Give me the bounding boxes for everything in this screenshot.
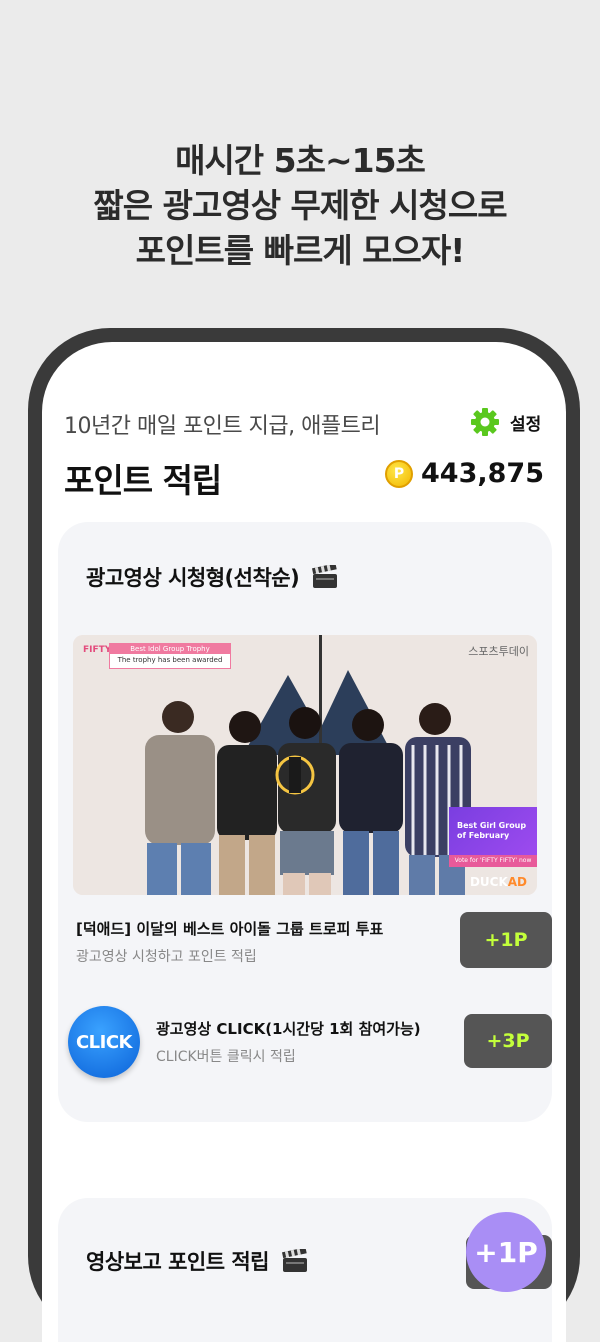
page-title: 포인트 적립 <box>64 461 222 500</box>
thumbnail-watermark: 스포츠투데이 <box>468 645 529 658</box>
settings-button[interactable]: 설정 <box>470 406 541 438</box>
points-value: 443,875 <box>421 458 544 489</box>
trophy-badge-bottom: The trophy has been awarded <box>117 656 223 664</box>
click-item-title: 광고영상 CLICK(1시간당 1회 참여가능) <box>156 1020 421 1038</box>
click-icon: CLICK <box>68 1006 140 1078</box>
ad-section-title: 광고영상 시청형(선착순) <box>86 562 338 592</box>
ad-section-card: 광고영상 시청형(선착순) FIFTY Best Idol Group Trop… <box>58 522 552 1122</box>
click-reward-button[interactable]: +3P <box>464 1014 552 1068</box>
promo-headline: 매시간 5초~15초 짧은 광고영상 무제한 시청으로 포인트를 빠르게 모으자… <box>0 138 600 273</box>
ad-box-text: Best Girl Group of February <box>457 821 527 840</box>
gear-icon <box>471 408 499 436</box>
tagline: 10년간 매일 포인트 지급, 애플트리 <box>64 414 381 439</box>
video-section-title-text: 영상보고 포인트 적립 <box>86 1250 270 1274</box>
clapperboard-icon <box>281 1249 307 1272</box>
duckad-logo-duck: DUCK <box>469 875 508 889</box>
ad-item-row[interactable]: [덕애드] 이달의 베스트 아이돌 그룹 트로피 투표 광고영상 시청하고 포인… <box>58 910 552 970</box>
clapperboard-icon <box>312 565 338 588</box>
duckad-logo-ad: AD <box>507 875 527 889</box>
thumbnail-trophy-badge: Best Idol Group Trophy The trophy has be… <box>109 643 231 669</box>
click-item-row[interactable]: CLICK 광고영상 CLICK(1시간당 1회 참여가능) CLICK버튼 클… <box>58 1004 552 1084</box>
phone-screen: 10년간 매일 포인트 지급, 애플트리 설정 포인트 적립 P 443,875… <box>42 342 566 1342</box>
headline-line-2: 짧은 광고영상 무제한 시청으로 <box>93 186 507 225</box>
video-section-title: 영상보고 포인트 적립 <box>86 1246 308 1276</box>
thumbnail-ad-footer: Vote for 'FIFTY FIFTY' now <box>449 855 537 867</box>
click-item-subtitle: CLICK버튼 클릭시 적립 <box>156 1049 296 1065</box>
points-balance: P 443,875 <box>385 458 544 489</box>
thumbnail-logo: FIFTY <box>83 645 112 655</box>
headline-line-1: 매시간 5초~15초 <box>175 141 426 180</box>
headline-line-3: 포인트를 빠르게 모으자! <box>135 231 466 270</box>
floating-points-button[interactable]: +1P <box>466 1212 546 1292</box>
trophy-badge-top: Best Idol Group Trophy <box>110 644 230 654</box>
settings-label: 설정 <box>510 414 542 435</box>
duckad-logo: DUCKAD <box>470 875 527 889</box>
ad-video-thumbnail[interactable]: FIFTY Best Idol Group Trophy The trophy … <box>73 635 537 895</box>
ad-section-title-text: 광고영상 시청형(선착순) <box>86 566 300 590</box>
ad-item-title: [덕애드] 이달의 베스트 아이돌 그룹 트로피 투표 <box>76 920 384 938</box>
coin-icon: P <box>385 459 414 488</box>
ad-reward-button[interactable]: +1P <box>460 912 552 968</box>
ad-item-subtitle: 광고영상 시청하고 포인트 적립 <box>76 949 257 965</box>
